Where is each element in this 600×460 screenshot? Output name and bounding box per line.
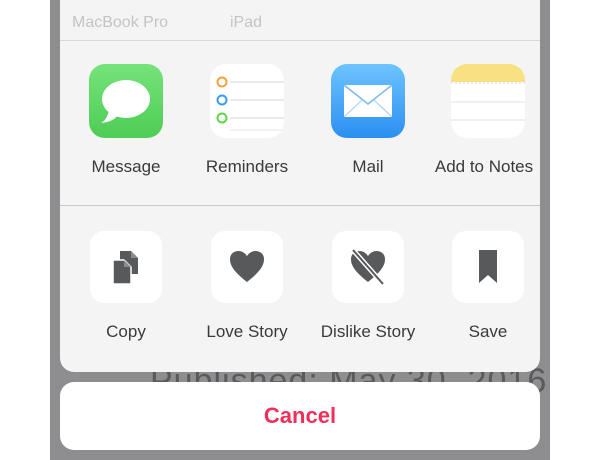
action-save[interactable]: Save (428, 206, 540, 372)
share-app-notes[interactable]: Add to Notes (428, 41, 540, 205)
cancel-button[interactable]: Cancel (60, 382, 540, 450)
share-app-label: Mail (352, 157, 384, 176)
share-sheet: MacBook Pro iPad Message Reminders Mail … (60, 0, 540, 372)
share-actions-row: Copy Love Story Dislike Story Save (60, 206, 540, 372)
copy-icon (90, 231, 162, 303)
action-label: Copy (106, 322, 146, 341)
mail-icon (331, 64, 405, 138)
notes-icon (451, 64, 525, 138)
reminders-icon (210, 64, 284, 138)
share-apps-row: Message Reminders Mail Add to Notes (60, 41, 540, 206)
bookmark-icon (452, 231, 524, 303)
action-dislike-story[interactable]: Dislike Story (308, 206, 428, 372)
share-app-label: Add to Notes (434, 157, 534, 176)
share-app-mail[interactable]: Mail (308, 41, 428, 205)
action-label: Save (468, 322, 508, 341)
broken-heart-icon (332, 231, 404, 303)
airdrop-device-macbook[interactable]: MacBook Pro (72, 14, 168, 32)
action-label: Love Story (206, 322, 288, 341)
share-app-label: Reminders (205, 157, 289, 176)
action-label: Dislike Story (320, 322, 416, 341)
airdrop-device-ipad[interactable]: iPad (230, 14, 262, 32)
airdrop-row: MacBook Pro iPad (60, 0, 540, 41)
share-app-message[interactable]: Message (66, 41, 186, 205)
heart-icon (211, 231, 283, 303)
messages-icon (89, 64, 163, 138)
action-copy[interactable]: Copy (66, 206, 186, 372)
share-app-reminders[interactable]: Reminders (187, 41, 307, 205)
action-love-story[interactable]: Love Story (187, 206, 307, 372)
share-app-label: Message (91, 157, 161, 176)
